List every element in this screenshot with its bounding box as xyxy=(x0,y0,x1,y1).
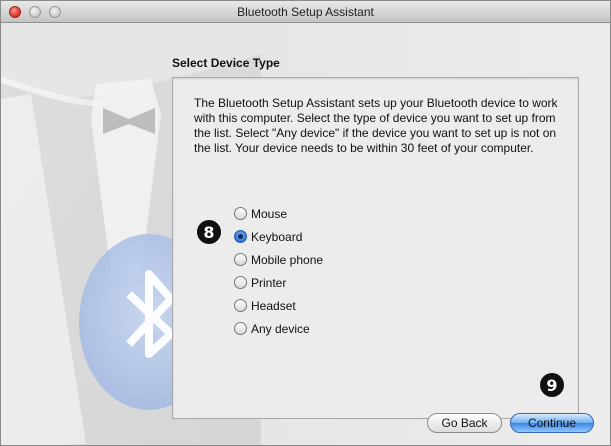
radio-option-mouse[interactable]: Mouse xyxy=(234,202,323,225)
radio-label: Printer xyxy=(251,275,287,290)
device-type-radio-group: Mouse Keyboard Mobile phone Printer Head… xyxy=(234,202,323,340)
continue-button[interactable]: Continue xyxy=(510,413,594,433)
radio-label: Headset xyxy=(251,298,296,313)
instructions-text: The Bluetooth Setup Assistant sets up yo… xyxy=(194,96,558,155)
radio-label: Mouse xyxy=(251,206,288,221)
radio-option-printer[interactable]: Printer xyxy=(234,271,323,294)
setup-assistant-window: Bluetooth Setup Assistant Select Device … xyxy=(0,0,611,446)
radio-option-mobile-phone[interactable]: Mobile phone xyxy=(234,248,323,271)
radio-option-keyboard[interactable]: Keyboard xyxy=(234,225,323,248)
title-bar: Bluetooth Setup Assistant xyxy=(1,1,610,23)
radio-button-icon[interactable] xyxy=(234,276,247,289)
radio-button-icon[interactable] xyxy=(234,207,247,220)
device-type-panel: The Bluetooth Setup Assistant sets up yo… xyxy=(172,77,579,419)
window-title: Bluetooth Setup Assistant xyxy=(237,5,374,19)
step-callout-badge: 8 xyxy=(197,220,221,244)
radio-label: Mobile phone xyxy=(251,252,324,267)
radio-label: Any device xyxy=(251,321,310,336)
section-title: Select Device Type xyxy=(172,56,280,70)
step-callout-badge: 9 xyxy=(540,373,564,397)
radio-label: Keyboard xyxy=(251,229,303,244)
radio-button-selected-icon[interactable] xyxy=(234,230,247,243)
radio-option-any-device[interactable]: Any device xyxy=(234,317,323,340)
radio-button-icon[interactable] xyxy=(234,322,247,335)
radio-option-headset[interactable]: Headset xyxy=(234,294,323,317)
window-content: Select Device Type The Bluetooth Setup A… xyxy=(1,24,610,445)
radio-button-icon[interactable] xyxy=(234,299,247,312)
radio-button-icon[interactable] xyxy=(234,253,247,266)
go-back-button[interactable]: Go Back xyxy=(427,413,502,433)
